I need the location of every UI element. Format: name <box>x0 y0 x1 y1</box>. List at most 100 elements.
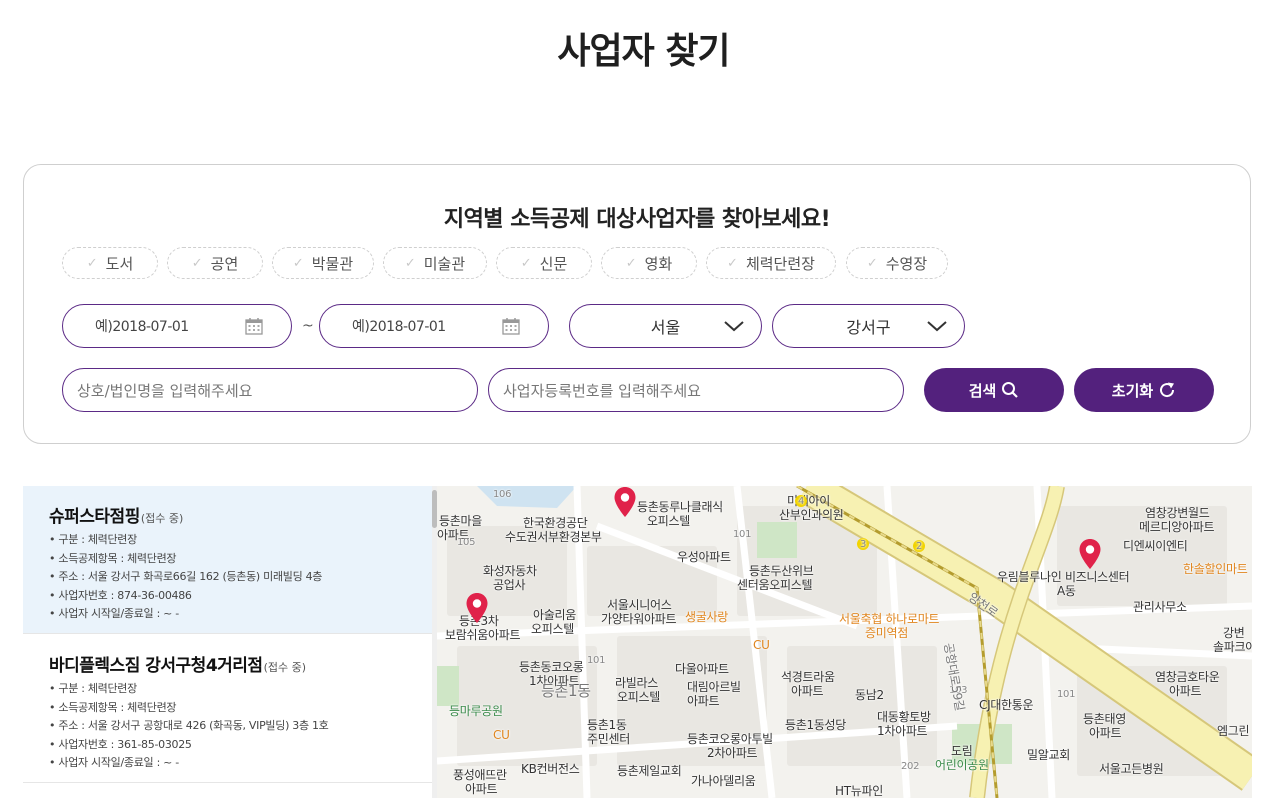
map-label: 대동황토방 <box>877 710 931 724</box>
page-title: 사업자 찾기 <box>557 31 730 72</box>
map-label: 디엔씨이엔티 <box>1123 539 1188 553</box>
calendar-icon[interactable] <box>502 317 520 335</box>
map-label: 어린이공원 <box>935 758 989 772</box>
map-view[interactable]: 106 등촌마을 아파트 105 한국환경공단 수도권서부환경본부 등촌동루나클… <box>437 486 1252 798</box>
city-select[interactable]: 서울 <box>569 304 762 348</box>
registration-number-placeholder: 사업자등록번호를 입력해주세요 <box>503 381 701 400</box>
map-label: 3 <box>857 538 869 550</box>
business-address: • 주소 : 서울 강서구 공항대로 426 (화곡동, VIP빌딩) 3층 1… <box>49 719 329 732</box>
business-title: 바디플렉스짐 강서구청4거리점(접수 중) <box>49 651 433 676</box>
search-panel: 지역별 소득공제 대상사업자를 찾아보세요! ✓ 도서 ✓ 공연 ✓ 박물관 ✓ 미술관… <box>23 164 1251 444</box>
map-label: 오피스텔 <box>647 514 690 528</box>
refresh-icon <box>1160 382 1175 398</box>
category-chip-museum[interactable]: ✓ 박물관 <box>272 247 374 279</box>
map-label: 화성자동차 <box>483 564 537 578</box>
map-pin-icon[interactable] <box>1078 538 1102 572</box>
map-label: 202 <box>901 761 920 772</box>
map-label: 서울축협 하나로마트 <box>839 612 940 626</box>
registration-number-input[interactable]: 사업자등록번호를 입력해주세요 <box>488 368 904 412</box>
checkmark-icon: ✓ <box>404 255 416 271</box>
map-label: 아파트 <box>1089 726 1122 740</box>
business-deduction-item: • 소득공제항목 : 체력단련장 <box>49 551 177 565</box>
category-chip-fitness[interactable]: ✓ 체력단련장 <box>706 247 836 279</box>
map-label: 염창강변월드 <box>1145 506 1210 520</box>
map-label: 등촌코오롱아투빌 <box>687 732 773 746</box>
chevron-down-icon <box>927 321 947 332</box>
map-label: 아파트 <box>1169 684 1202 698</box>
map-label: 센터움오피스텔 <box>737 578 813 592</box>
business-list-item[interactable]: 슈퍼스타점핑(접수 중) • 구분 : 체력단련장 • 소득공제항목 : 체력단… <box>23 486 433 634</box>
map-label: 2차아파트 <box>707 746 758 760</box>
map-label: 등촌동코오롱 <box>519 660 584 674</box>
category-chip-performance[interactable]: ✓ 공연 <box>167 247 263 279</box>
map-label: 가양타워아파트 <box>601 612 677 626</box>
business-name: 슈퍼스타점핑 <box>49 507 140 527</box>
map-label: 등촌1동 <box>541 682 591 700</box>
map-label: 가나아델리움 <box>691 774 756 788</box>
map-label: 주민센터 <box>587 732 630 746</box>
checkmark-icon: ✓ <box>191 255 203 271</box>
map-label: 등촌태영 <box>1083 712 1126 726</box>
status-badge: (접수 중) <box>263 661 307 674</box>
map-label: 밀알교회 <box>1027 748 1070 762</box>
map-label: 105 <box>457 537 476 548</box>
map-label: 2 <box>913 540 925 552</box>
map-label: 도림 <box>951 744 973 758</box>
checkmark-icon: ✓ <box>86 255 98 271</box>
map-label: 솔파크아 <box>1213 640 1252 654</box>
map-label: 다울아파트 <box>675 662 729 676</box>
end-date-field[interactable]: 예)2018-07-01 <box>319 304 549 348</box>
category-chip-books[interactable]: ✓ 도서 <box>62 247 158 279</box>
map-label: 한솔할인마트 <box>1183 562 1248 576</box>
calendar-icon[interactable] <box>245 317 263 335</box>
map-label: 우성아파트 <box>677 550 731 564</box>
category-chip-art-gallery[interactable]: ✓ 미술관 <box>383 247 487 279</box>
map-label: 엠그린 <box>1217 724 1250 738</box>
district-select[interactable]: 강서구 <box>772 304 965 348</box>
map-pin-icon[interactable] <box>613 486 637 520</box>
map-label: KB컨버전스 <box>521 762 580 776</box>
map-label: 오피스텔 <box>531 622 574 636</box>
map-pin-icon[interactable] <box>465 592 489 626</box>
business-name-input[interactable]: 상호/법인명을 입력해주세요 <box>62 368 478 412</box>
category-chip-label: 체력단련장 <box>745 254 815 273</box>
category-chip-newspaper[interactable]: ✓ 신문 <box>496 247 592 279</box>
map-label: 생굴사랑 <box>685 610 728 624</box>
business-name-placeholder: 상호/법인명을 입력해주세요 <box>77 381 253 400</box>
business-type: • 구분 : 체력단련장 <box>49 682 137 695</box>
category-chip-label: 영화 <box>644 254 673 273</box>
search-icon <box>1002 382 1019 398</box>
map-label: 101 <box>587 655 606 666</box>
start-date-field[interactable]: 예)2018-07-01 <box>62 304 292 348</box>
business-address: • 주소 : 서울 강서구 화곡로66길 162 (등촌동) 미래빌딩 4층 <box>49 570 323 583</box>
date-range-separator: ~ <box>302 318 314 334</box>
map-label: 아파트 <box>791 684 824 698</box>
map-label: 106 <box>493 489 512 500</box>
category-chip-movie[interactable]: ✓ 영화 <box>601 247 697 279</box>
map-label: 우림블루나인 비즈니스센터 <box>997 570 1130 584</box>
category-chip-label: 공연 <box>210 254 239 273</box>
map-label: CU <box>753 638 770 652</box>
map-label: 동남2 <box>855 688 884 702</box>
reset-button[interactable]: 초기화 <box>1074 368 1214 412</box>
map-label: 풍성애뜨란 <box>453 768 507 782</box>
map-label: 서울고든병원 <box>1099 762 1164 776</box>
map-label: 석경트라움 <box>781 670 835 684</box>
map-label: 증미역점 <box>865 626 908 640</box>
business-registration-number: • 사업자번호 : 361-85-03025 <box>49 737 192 751</box>
business-list-item[interactable]: 바디플렉스짐 강서구청4거리점(접수 중) • 구분 : 체력단련장 • 소득공… <box>23 635 433 783</box>
map-label: CJ대한통운 <box>979 698 1034 712</box>
map-label: CU <box>493 728 510 742</box>
map-label: 아파트 <box>687 694 720 708</box>
reset-button-label: 초기화 <box>1111 381 1154 400</box>
business-registration-number: • 사업자번호 : 874-36-00486 <box>49 588 192 602</box>
map-label: 등촌마을 <box>439 514 482 528</box>
map-label: 등마루공원 <box>449 704 503 718</box>
map-label: 등촌제일교회 <box>617 764 682 778</box>
map-label: 아파트 <box>465 782 498 796</box>
category-chip-swimming[interactable]: ✓ 수영장 <box>846 247 948 279</box>
map-label: 공업사 <box>493 578 526 592</box>
search-button[interactable]: 검색 <box>924 368 1064 412</box>
business-period: • 사업자 시작일/종료일 : ~ - <box>49 756 179 769</box>
map-label: 관리사무소 <box>1133 600 1187 614</box>
